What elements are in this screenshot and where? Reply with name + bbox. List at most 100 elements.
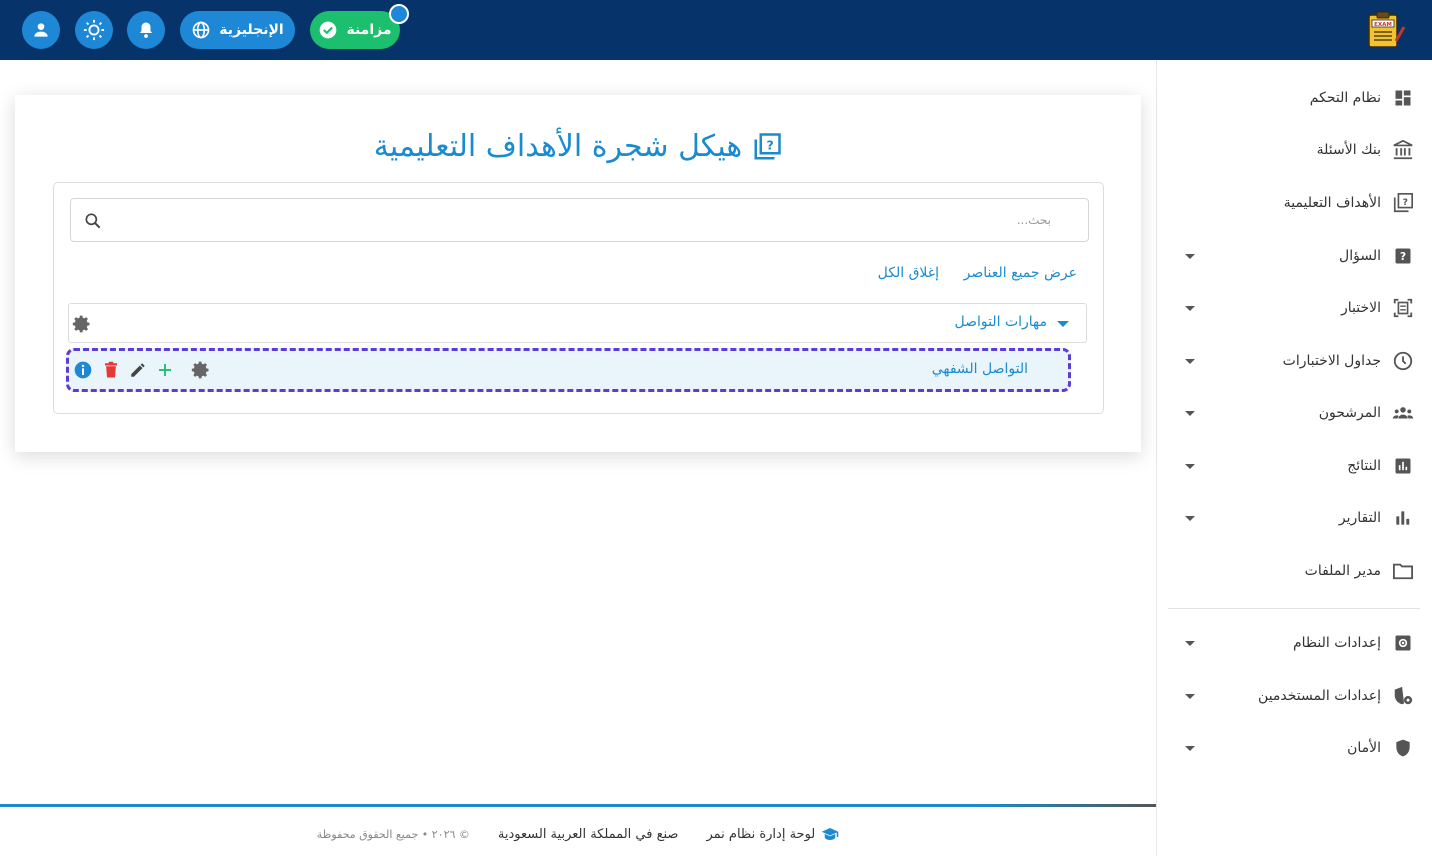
candidates-icon xyxy=(1392,402,1414,424)
sidebar-item-label: الأهداف التعليمية xyxy=(1283,195,1381,211)
info-icon xyxy=(74,361,92,379)
sidebar-item-label: الاختبار xyxy=(1340,300,1381,316)
add-child-action[interactable] xyxy=(155,360,175,380)
tree-node-child-selected[interactable]: التواصل الشفهي xyxy=(66,348,1071,392)
user-profile-button[interactable] xyxy=(22,11,60,49)
bank-icon xyxy=(1392,139,1414,161)
sidebar-item-label: الأمان xyxy=(1347,740,1381,756)
info-action[interactable] xyxy=(73,360,93,380)
globe-icon xyxy=(192,21,210,39)
bell-icon xyxy=(140,22,152,38)
objectives-icon: ? xyxy=(754,132,781,159)
user-icon xyxy=(34,23,48,37)
svg-text:?: ? xyxy=(1403,197,1408,208)
dashboard-icon xyxy=(1392,87,1414,109)
chevron-down-icon[interactable] xyxy=(1185,410,1195,416)
sync-label: مزامنة xyxy=(346,22,392,38)
footer-made-in: صنع في المملكة العربية السعودية xyxy=(497,826,679,842)
sidebar-item-label: مدير الملفات xyxy=(1304,563,1381,579)
plus-icon xyxy=(159,364,171,376)
tree-panel: عرض جميع العناصر إغلاق الكل مهارات التوا… xyxy=(53,182,1104,414)
svg-text:?: ? xyxy=(1400,250,1406,263)
notifications-button[interactable] xyxy=(127,11,165,49)
trash-icon xyxy=(105,361,117,378)
sidebar-item-exam[interactable]: الاختبار xyxy=(1157,282,1432,334)
edit-action[interactable] xyxy=(128,360,148,380)
sync-status-dot xyxy=(389,4,409,24)
sidebar-item-label: إعدادات المستخدمين xyxy=(1258,688,1381,704)
language-label: الإنجليزية xyxy=(219,22,284,38)
page-title: ? هيكل شجرة الأهداف التعليمية xyxy=(15,129,1141,164)
graduation-cap-icon xyxy=(822,828,839,840)
sidebar-item-label: جداول الاختبارات xyxy=(1282,353,1381,369)
objectives-tree-card: ? هيكل شجرة الأهداف التعليمية عرض جميع ا… xyxy=(15,95,1141,452)
sidebar-item-label: التقارير xyxy=(1338,510,1381,526)
sidebar-item-dashboard[interactable]: نظام التحكم xyxy=(1157,72,1432,124)
tree-node-parent[interactable]: مهارات التواصل xyxy=(68,303,1087,343)
chevron-down-icon[interactable] xyxy=(1185,515,1195,521)
chevron-down-icon[interactable] xyxy=(1185,253,1195,259)
sidebar-item-label: إعدادات النظام xyxy=(1292,635,1381,651)
user-settings-icon xyxy=(1392,685,1414,707)
objectives-icon: ? xyxy=(1392,192,1414,214)
search-box xyxy=(70,198,1089,242)
chevron-down-icon[interactable] xyxy=(1185,305,1195,311)
theme-toggle-button[interactable] xyxy=(75,11,113,49)
sidebar-item-question-bank[interactable]: بنك الأسئلة xyxy=(1157,124,1432,176)
sync-button[interactable]: مزامنة xyxy=(310,11,400,49)
exam-icon xyxy=(1392,297,1414,319)
sidebar-item-results[interactable]: النتائج xyxy=(1157,440,1432,492)
gear-icon[interactable] xyxy=(72,314,92,334)
sidebar-item-user-settings[interactable]: إعدادات المستخدمين xyxy=(1157,670,1432,722)
reports-icon xyxy=(1392,507,1414,529)
show-all-link[interactable]: عرض جميع العناصر xyxy=(964,265,1077,281)
footer-copyright: © ٢٠٢٦ • جميع الحقوق محفوظة xyxy=(316,827,470,841)
sidebar-item-label: بنك الأسئلة xyxy=(1316,142,1381,158)
check-circle-icon xyxy=(320,21,337,39)
system-settings-icon xyxy=(1392,632,1414,654)
chevron-down-icon[interactable] xyxy=(1185,463,1195,469)
caret-down-icon[interactable] xyxy=(1057,321,1069,327)
theme-sun-icon xyxy=(83,19,105,41)
search-icon xyxy=(85,213,101,229)
tree-node-label[interactable]: التواصل الشفهي xyxy=(932,361,1028,377)
sidebar-divider xyxy=(1168,608,1420,609)
sidebar-item-label: النتائج xyxy=(1347,458,1381,474)
pencil-icon xyxy=(131,363,145,377)
top-bar: الإنجليزية مزامنة EXAM xyxy=(0,0,1432,60)
chevron-down-icon[interactable] xyxy=(1185,745,1195,751)
gear-icon xyxy=(191,361,209,379)
sidebar-item-question[interactable]: ? السؤال xyxy=(1157,230,1432,282)
language-switch-button[interactable]: الإنجليزية xyxy=(180,11,295,49)
sidebar-item-candidates[interactable]: المرشحون xyxy=(1157,387,1432,439)
tree-node-label[interactable]: مهارات التواصل xyxy=(955,314,1048,330)
footer: لوحة إدارة نظام نمر صنع في المملكة العرب… xyxy=(0,820,1156,848)
sidebar-item-label: نظام التحكم xyxy=(1309,90,1381,106)
search-input[interactable] xyxy=(111,205,1051,235)
sidebar-item-reports[interactable]: التقارير xyxy=(1157,492,1432,544)
footer-brand-text: لوحة إدارة نظام نمر xyxy=(706,826,816,842)
chevron-down-icon[interactable] xyxy=(1185,693,1195,699)
close-all-link[interactable]: إغلاق الكل xyxy=(878,265,939,281)
exam-logo-icon: EXAM xyxy=(1368,11,1406,48)
chevron-down-icon[interactable] xyxy=(1185,640,1195,646)
sidebar-item-file-manager[interactable]: مدير الملفات xyxy=(1157,545,1432,597)
clock-icon xyxy=(1392,350,1414,372)
settings-action[interactable] xyxy=(191,360,211,380)
logo-text: EXAM xyxy=(1374,22,1392,28)
sidebar-item-label: السؤال xyxy=(1339,248,1381,264)
results-icon xyxy=(1392,455,1414,477)
svg-text:?: ? xyxy=(767,137,774,152)
sidebar: نظام التحكم بنك الأسئلة ? الأهداف التعلي… xyxy=(1156,60,1432,856)
page-title-text: هيكل شجرة الأهداف التعليمية xyxy=(373,129,743,164)
delete-action[interactable] xyxy=(101,360,121,380)
sidebar-item-exam-schedules[interactable]: جداول الاختبارات xyxy=(1157,335,1432,387)
footer-divider xyxy=(0,804,1156,807)
sidebar-item-security[interactable]: الأمان xyxy=(1157,722,1432,774)
folder-icon xyxy=(1392,560,1414,582)
chevron-down-icon[interactable] xyxy=(1185,358,1195,364)
sidebar-item-label: المرشحون xyxy=(1318,405,1381,421)
sidebar-item-objectives[interactable]: ? الأهداف التعليمية xyxy=(1157,177,1432,229)
app-logo[interactable]: EXAM xyxy=(1366,11,1406,49)
sidebar-item-system-settings[interactable]: إعدادات النظام xyxy=(1157,617,1432,669)
